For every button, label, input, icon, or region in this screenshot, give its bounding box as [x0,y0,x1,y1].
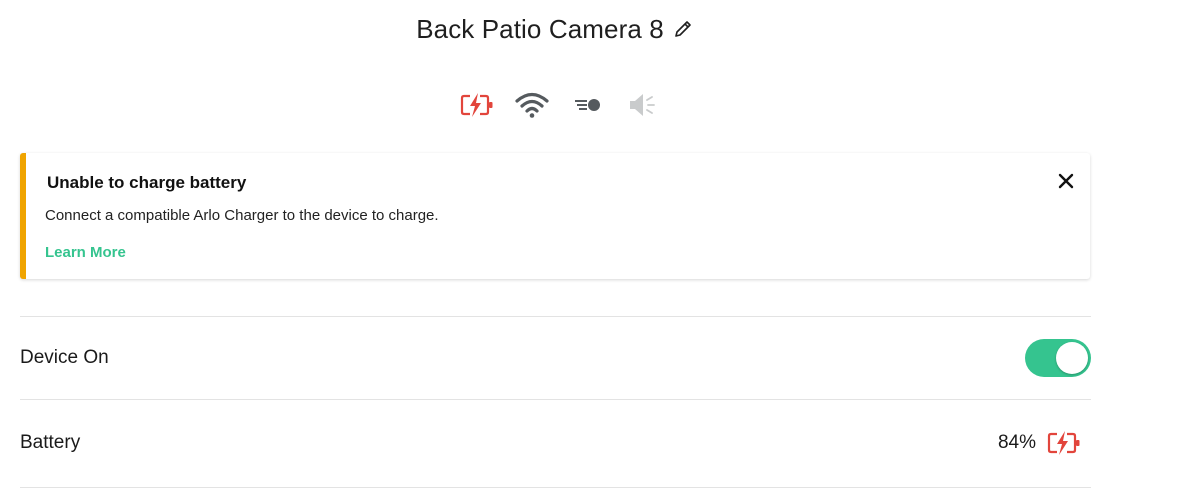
battery-row: Battery 84% [20,402,1091,484]
device-settings-page: Back Patio Camera 8 Unable to charge bat… [0,0,1197,498]
title-row: Back Patio Camera 8 [0,10,1110,48]
divider [20,399,1091,400]
learn-more-link[interactable]: Learn More [45,244,126,261]
divider [20,487,1091,488]
alert-title: Unable to charge battery [47,173,247,192]
device-on-row: Device On [20,317,1091,399]
device-on-toggle[interactable] [1025,339,1091,377]
battery-charging-error-icon [1046,429,1082,457]
motion-icon[interactable] [565,88,609,122]
pencil-icon[interactable] [672,18,694,40]
status-icons [455,88,675,122]
close-icon[interactable] [1054,169,1078,193]
toggle-knob [1056,342,1088,374]
wifi-icon[interactable] [510,88,554,122]
battery-value: 84% [998,429,1091,457]
device-name-title: Back Patio Camera 8 [416,13,664,44]
alert-message: Connect a compatible Arlo Charger to the… [45,207,439,224]
battery-label: Battery [20,432,81,453]
battery-charging-error-icon[interactable] [455,88,499,122]
device-on-label: Device On [20,347,109,368]
speaker-muted-icon[interactable] [620,88,664,122]
battery-percentage: 84% [997,432,1036,453]
charging-alert: Unable to charge battery Connect a compa… [20,153,1090,279]
